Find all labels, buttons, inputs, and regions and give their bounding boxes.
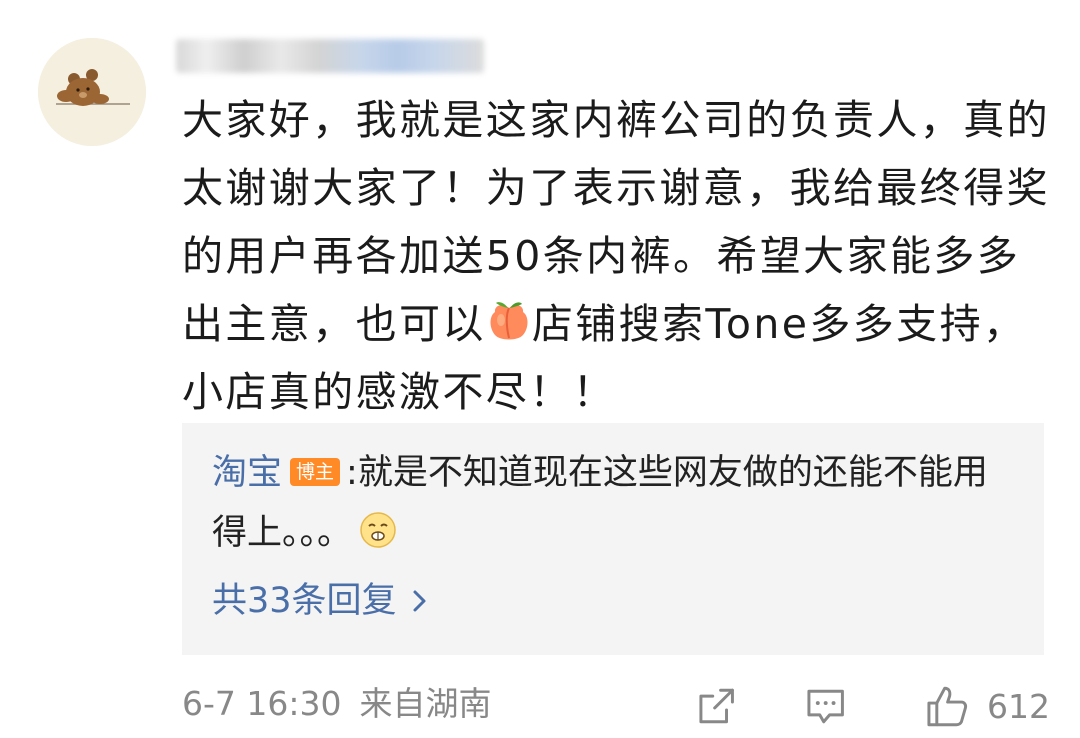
bear-avatar-icon <box>38 38 146 146</box>
smirk-face-icon <box>360 512 396 548</box>
chevron-right-icon <box>413 590 426 612</box>
comment-meta: 6-7 16:30 来自湖南 <box>182 682 492 726</box>
reply-author[interactable]: 淘宝 <box>212 453 282 493</box>
thumbs-up-icon[interactable] <box>924 683 969 729</box>
reply-text-block: 淘宝 博主:就是不知道现在这些网友做的还能不能用得上。。。 <box>212 443 1012 563</box>
like-count: 612 <box>987 686 1050 726</box>
comment-text: 大家好，我就是这家内裤公司的负责人，真的太谢谢大家了！为了表示谢意，我给最终得奖… <box>182 86 1052 426</box>
view-replies-link[interactable]: 共33条回复 <box>212 571 429 631</box>
reply-preview[interactable]: 淘宝 博主:就是不知道现在这些网友做的还能不能用得上。。。 共33条回复 <box>182 423 1044 655</box>
peach-icon <box>490 302 528 340</box>
comment-time: 6-7 16:30 <box>182 684 342 723</box>
comment-icon[interactable] <box>804 684 847 728</box>
avatar[interactable] <box>38 38 146 146</box>
reply-separator: : <box>346 453 358 493</box>
username[interactable]: ●●●●●● <box>176 36 484 76</box>
reply-count-label: 共33条回复 <box>212 581 397 621</box>
share-icon[interactable] <box>695 684 738 728</box>
action-bar: 612 <box>695 682 1050 730</box>
comment-location: 来自湖南 <box>359 684 492 723</box>
author-badge: 博主 <box>290 458 341 486</box>
comment-card: ●●●●●● 大家好，我就是这家内裤公司的负责人，真的太谢谢大家了！为了表示谢意… <box>0 0 1080 738</box>
